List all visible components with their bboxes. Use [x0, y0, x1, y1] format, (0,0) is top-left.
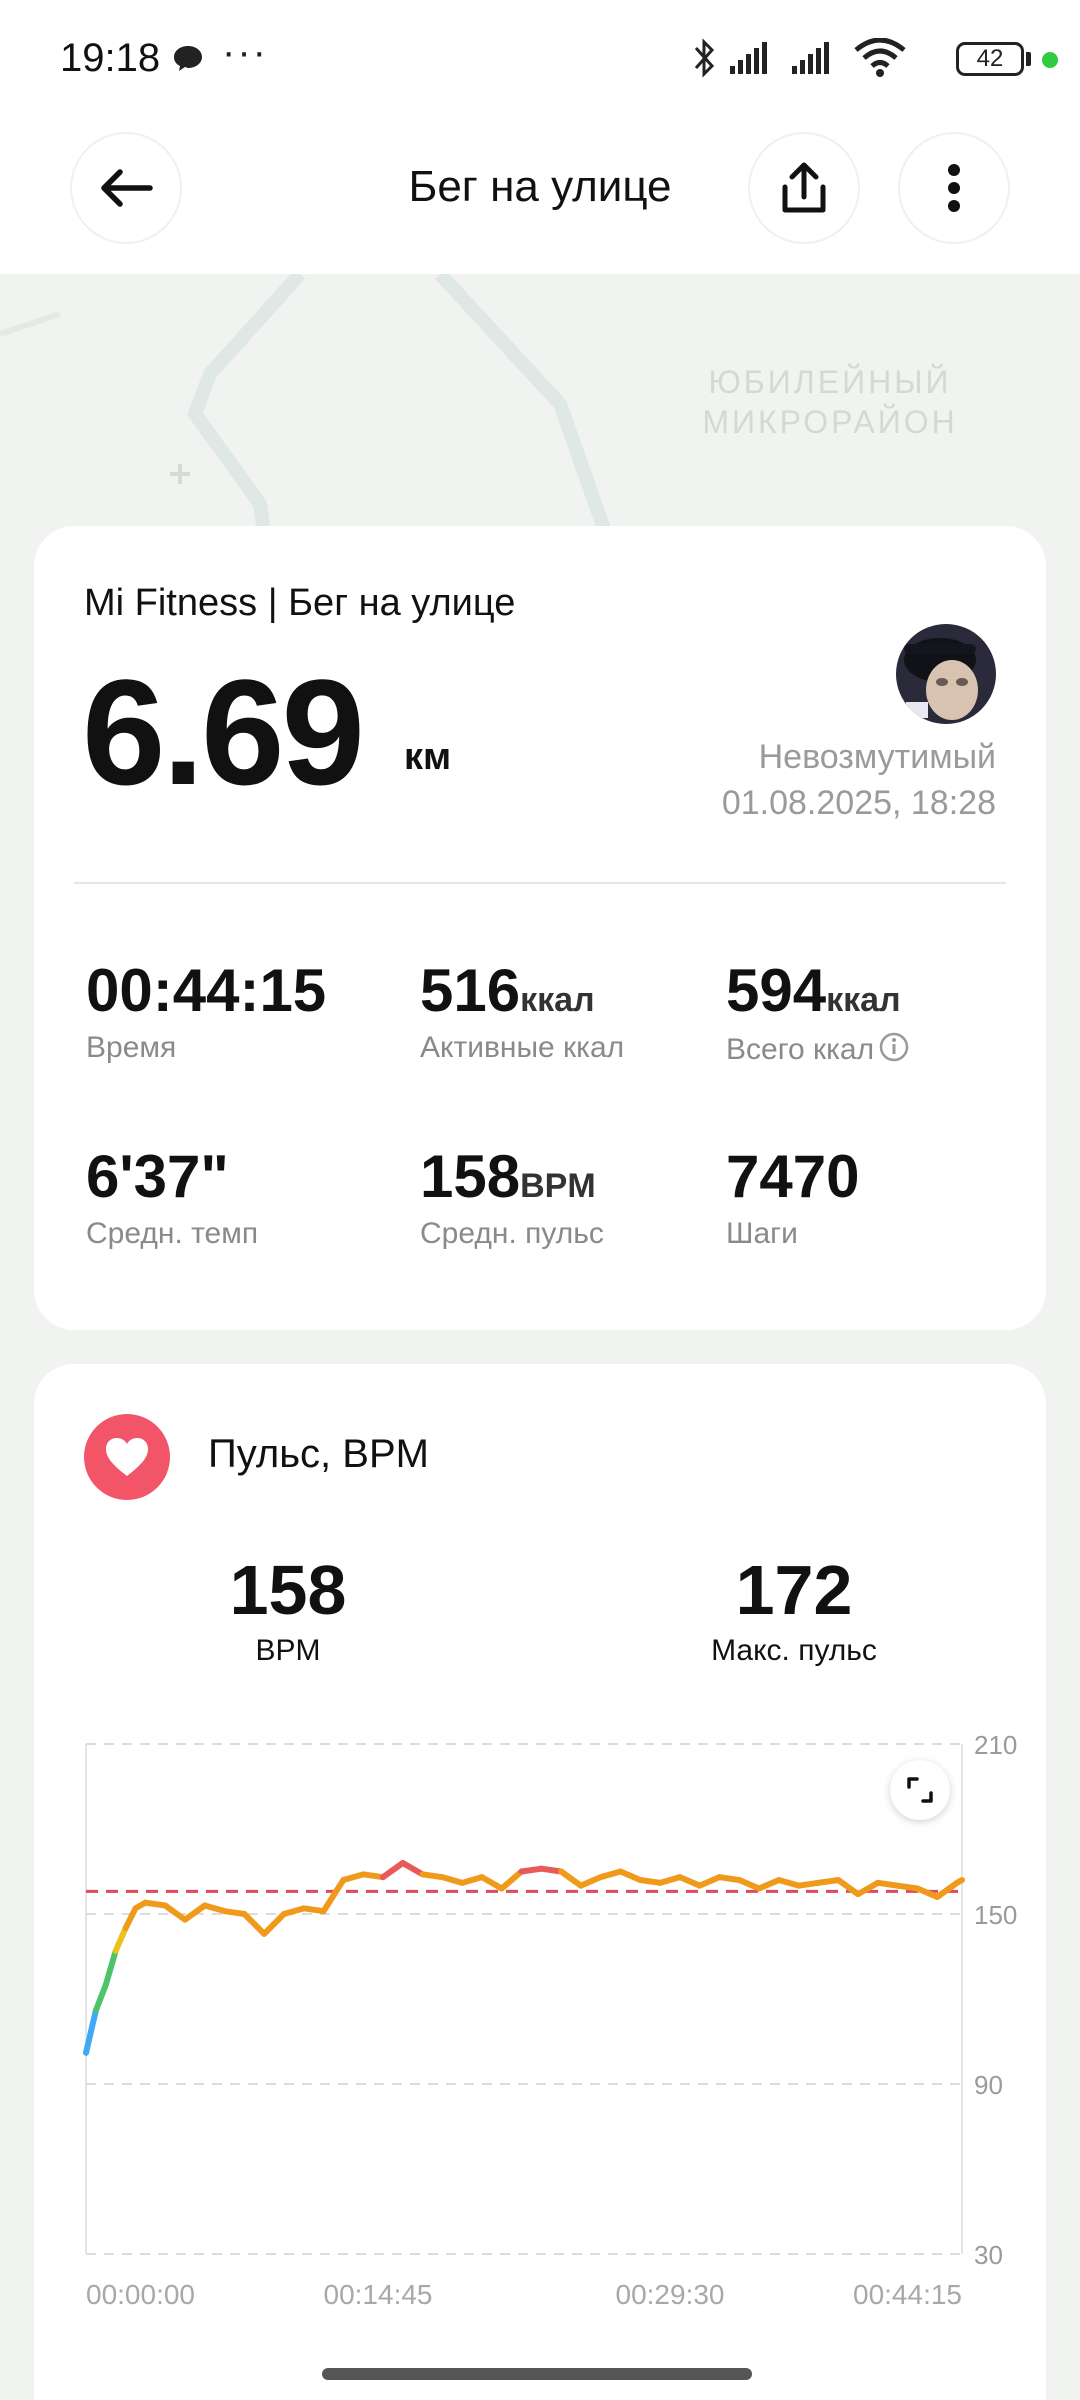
stat-value: 7470 [726, 1143, 860, 1210]
signal-icon [730, 42, 767, 74]
fullscreen-icon [907, 1777, 933, 1803]
stat-label: Всего ккал [726, 1031, 910, 1067]
more-vertical-icon [948, 164, 960, 212]
x-tick-label: 00:29:30 [616, 2279, 725, 2310]
user-avatar-image [896, 624, 996, 724]
heart-rate-line-segment [478, 1874, 505, 1892]
more-notifications-icon: ··· [222, 30, 268, 74]
share-button[interactable] [748, 132, 860, 244]
y-tick-label: 30 [974, 2240, 1003, 2270]
battery-indicator: 42 [956, 42, 1024, 76]
heart-rate-line-segment [399, 1860, 426, 1878]
home-indicator[interactable] [322, 2368, 752, 2380]
x-tick-label: 00:00:00 [86, 2279, 195, 2310]
heart-rate-line-segment [696, 1874, 723, 1889]
heart-rate-line-segment [340, 1871, 367, 1883]
heart-rate-line-segment [954, 1877, 965, 1886]
status-bar: 19:18 ··· 42 [0, 0, 1080, 120]
heart-rate-line-segment [379, 1860, 406, 1881]
workout-summary-card: Mi Fitness | Бег на улице 6.69 км Невозм… [34, 526, 1046, 1330]
heart-rate-line-segment [92, 1981, 109, 2014]
stat-duration: 00:44:15 Время [86, 956, 326, 1065]
stat-label: Время [86, 1031, 177, 1064]
heart-rate-line-segment [280, 1905, 307, 1917]
stat-label: Средн. темп [86, 1217, 259, 1250]
heart-rate-card: Пульс, BPM 158 BPM 172 Макс. пульс 210 15… [34, 1364, 1046, 2400]
status-time: 19:18 [60, 36, 161, 80]
stat-label: Активные ккал [420, 1031, 625, 1064]
divider [74, 882, 1006, 884]
message-icon [174, 46, 202, 71]
heart-rate-line-segment [459, 1874, 485, 1886]
heart-rate-line-segment [775, 1877, 802, 1889]
distance-value: 6.69 [82, 648, 365, 816]
heart-rate-line-segment [657, 1874, 683, 1886]
stat-total-calories: 594ккал Всего ккал [726, 956, 910, 1067]
stat-avg-heart-rate: 158BPM Средн. пульс [420, 1142, 604, 1251]
stat-steps: 7470 Шаги [726, 1142, 859, 1251]
stat-value: 158BPM [420, 1143, 596, 1210]
heart-rate-line-segment [83, 2007, 99, 2056]
heart-rate-line-segment [320, 1877, 347, 1915]
x-tick-label: 00:14:45 [324, 2279, 433, 2310]
app-header: Бег на улице [0, 120, 1080, 274]
heart-rate-line-segment [736, 1877, 763, 1892]
heart-rate-line-segment [122, 1905, 139, 1932]
privacy-indicator-dot [1042, 52, 1058, 68]
y-tick-label: 150 [974, 1900, 1017, 1930]
share-icon [782, 162, 826, 213]
heart-rate-line-segment [597, 1868, 624, 1881]
heart-rate-line-segment [162, 1902, 188, 1923]
heart-rate-line-segment [112, 1925, 129, 1954]
stat-value: 516ккал [420, 957, 595, 1024]
stat-label: Средн. пульс [420, 1217, 604, 1250]
stat-value: 6'37" [86, 1143, 229, 1210]
heart-rate-line-segment [102, 1947, 119, 1988]
heart-rate-line-segment [914, 1885, 941, 1900]
user-name: Невозмутимый [758, 738, 996, 776]
workout-source-title: Mi Fitness | Бег на улице [84, 582, 516, 624]
stat-value: 00:44:15 [86, 957, 327, 1024]
distance-unit: км [404, 736, 452, 778]
heart-rate-line-segment [676, 1874, 703, 1889]
workout-date: 01.08.2025, 18:28 [721, 784, 996, 822]
battery-tip [1026, 52, 1031, 66]
y-tick-label: 90 [974, 2070, 1003, 2100]
heart-rate-chart[interactable]: 210 150 90 30 00:00:00 00:14:45 00:29:30 00:44:… [34, 1364, 1046, 2400]
heart-rate-line-segment [756, 1877, 782, 1892]
info-icon[interactable] [878, 1031, 910, 1063]
heart-rate-line-segment [617, 1868, 644, 1883]
signal-icon-2 [792, 42, 829, 74]
y-tick-label: 210 [974, 1730, 1017, 1760]
heart-rate-line-segment [439, 1874, 466, 1886]
heart-rate-line-segment [261, 1911, 287, 1937]
more-options-button[interactable] [898, 132, 1010, 244]
status-indicators: 42 [660, 34, 1080, 84]
stat-label: Шаги [726, 1217, 798, 1250]
heart-rate-line-segment [201, 1902, 228, 1915]
stat-active-calories: 516ккал Активные ккал [420, 956, 624, 1065]
heart-rate-line-segment [181, 1902, 208, 1923]
heart-rate-line-segment [241, 1911, 268, 1937]
map-district-label: ЮБИЛЕЙНЫЙ МИКРОРАЙОН [702, 364, 958, 440]
stat-value: 594ккал [726, 957, 901, 1024]
x-tick-label: 00:44:15 [853, 2279, 962, 2310]
heart-rate-line-segment [558, 1868, 584, 1889]
bluetooth-icon [694, 38, 715, 78]
avatar[interactable] [896, 624, 996, 724]
heart-rate-line-segment [577, 1874, 604, 1889]
wifi-icon [854, 38, 906, 77]
heart-rate-line-segment [498, 1868, 525, 1892]
expand-chart-button[interactable] [890, 1760, 950, 1820]
stat-avg-pace: 6'37" Средн. темп [86, 1142, 258, 1251]
